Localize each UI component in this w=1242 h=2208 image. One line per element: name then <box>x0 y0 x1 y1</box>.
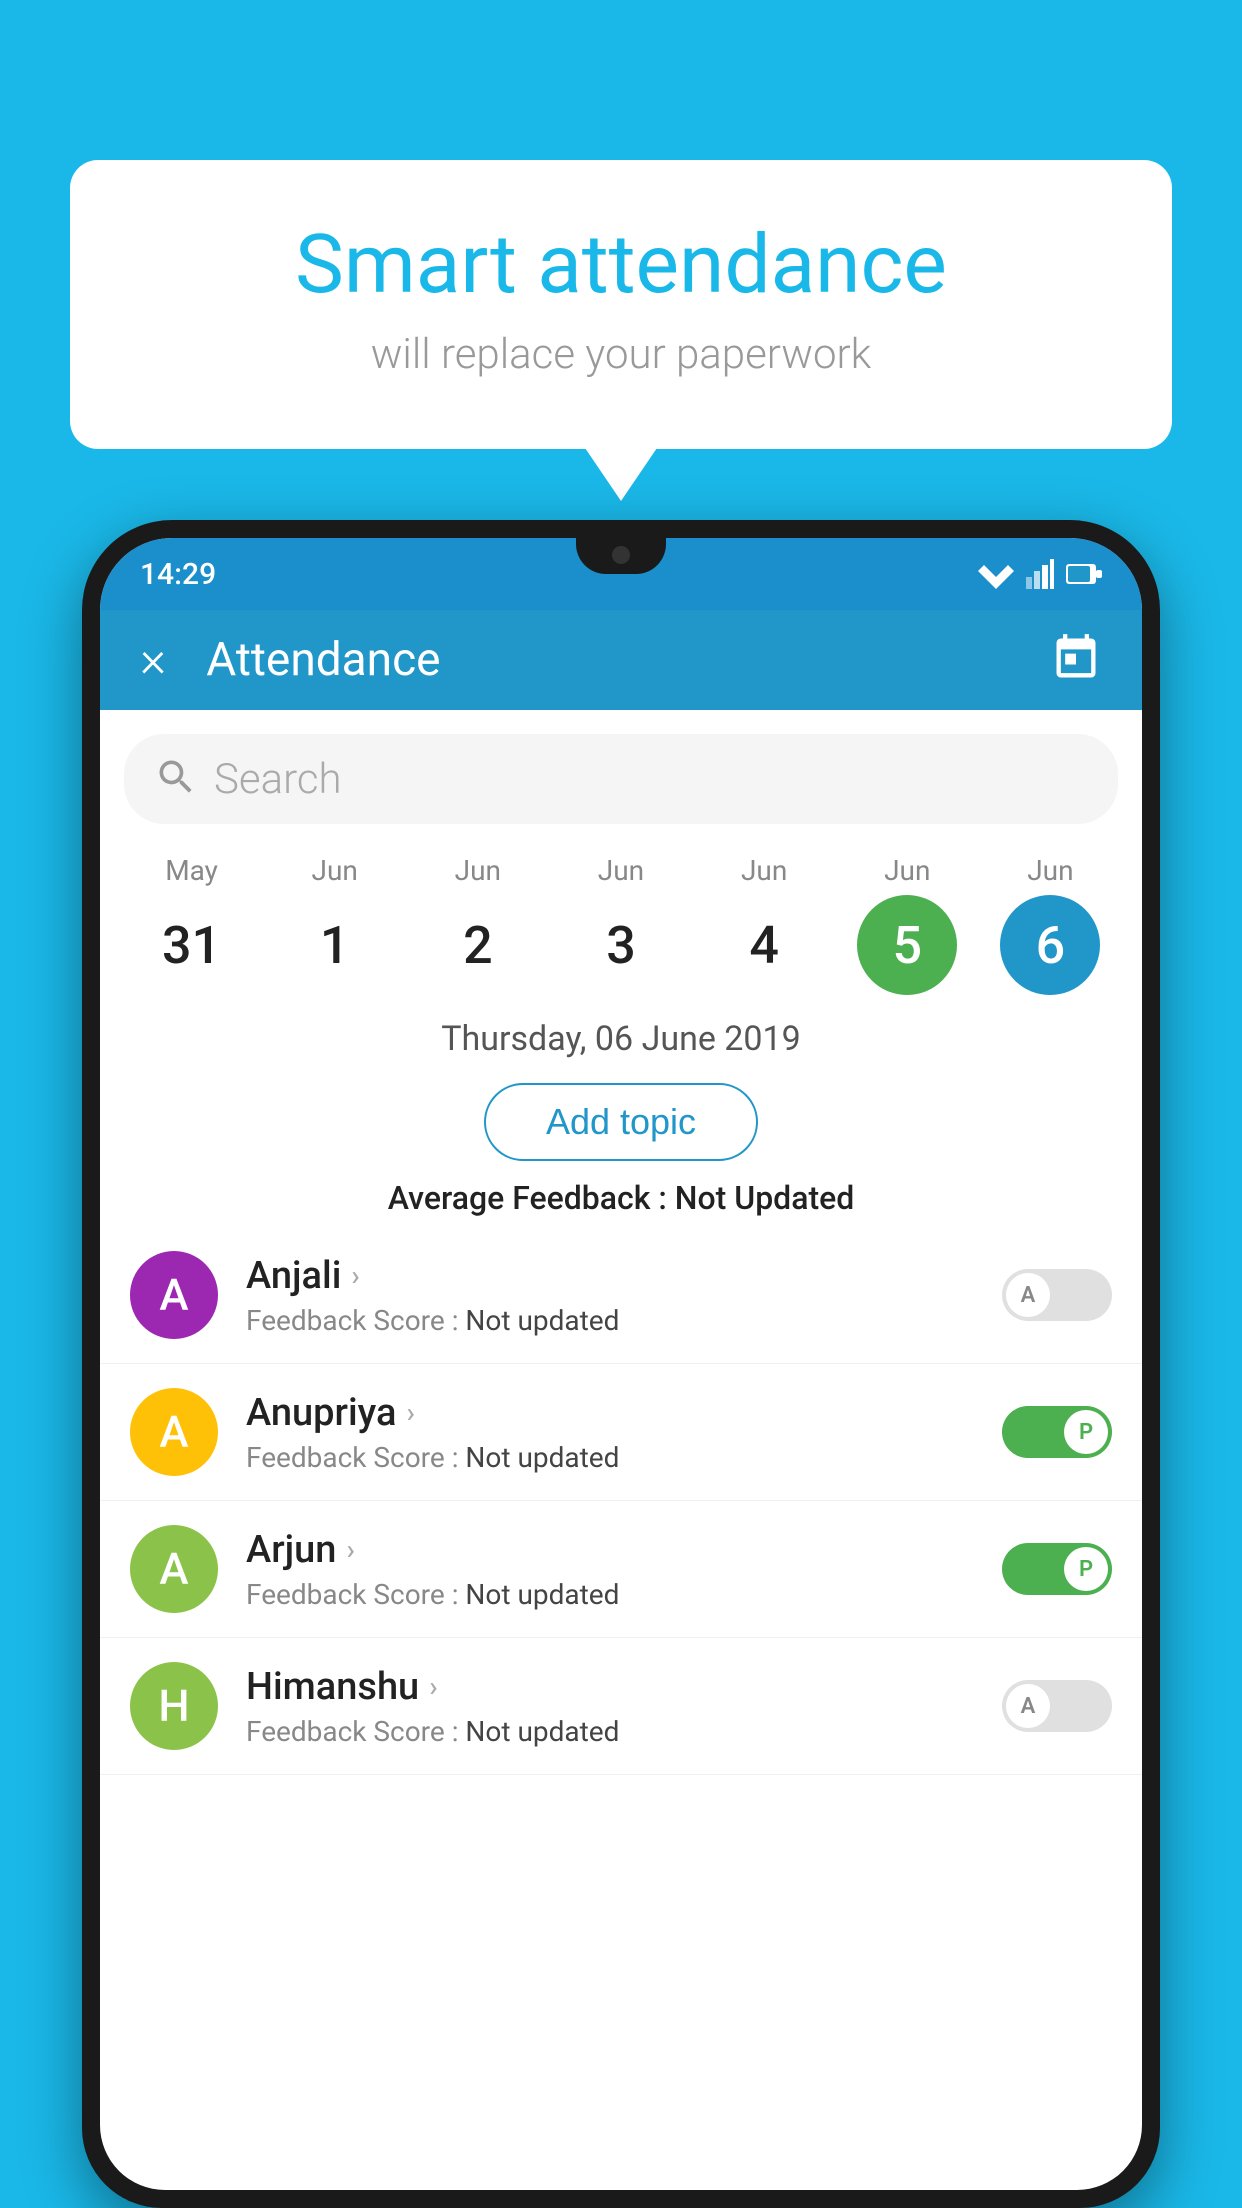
student-name: Himanshu › <box>246 1665 1002 1709</box>
cal-month-label: Jun <box>598 854 644 887</box>
cal-month-label: Jun <box>884 854 930 887</box>
toggle-switch[interactable]: A <box>1002 1680 1112 1732</box>
calendar-icon <box>1050 632 1102 684</box>
toggle-knob: A <box>1006 1684 1050 1728</box>
student-list: AAnjali ›Feedback Score : Not updatedAAA… <box>100 1227 1142 1775</box>
notch-camera <box>612 546 630 564</box>
avg-feedback-label: Average Feedback : <box>388 1179 675 1217</box>
chevron-icon: › <box>351 1259 359 1292</box>
student-avatar: A <box>130 1251 218 1339</box>
app-header: × Attendance <box>100 610 1142 710</box>
signal-icon <box>1026 559 1054 589</box>
student-info: Anupriya › Feedback Score : Not updated <box>246 1391 1002 1474</box>
attendance-toggle[interactable]: A <box>1002 1269 1112 1321</box>
avg-feedback-value: Not Updated <box>675 1179 855 1217</box>
student-name: Arjun › <box>246 1528 1002 1572</box>
student-info: Arjun › Feedback Score : Not updated <box>246 1528 1002 1611</box>
student-name: Anupriya › <box>246 1391 1002 1435</box>
speech-bubble-container: Smart attendance will replace your paper… <box>70 160 1172 449</box>
cal-month-label: Jun <box>312 854 358 887</box>
student-name: Anjali › <box>246 1254 1002 1298</box>
avg-feedback: Average Feedback : Not Updated <box>100 1179 1142 1217</box>
student-feedback: Feedback Score : Not updated <box>246 1578 1002 1611</box>
student-avatar: A <box>130 1388 218 1476</box>
cal-month-label: Jun <box>455 854 501 887</box>
add-topic-button[interactable]: Add topic <box>484 1083 758 1161</box>
student-feedback: Feedback Score : Not updated <box>246 1441 1002 1474</box>
toggle-knob: P <box>1064 1410 1108 1454</box>
student-item[interactable]: A Anupriya › Feedback Score : Not updated P <box>100 1364 1142 1501</box>
cal-date-number: 5 <box>857 895 957 995</box>
attendance-toggle[interactable]: A <box>1002 1680 1112 1732</box>
student-item[interactable]: A Arjun › Feedback Score : Not updated P <box>100 1501 1142 1638</box>
student-feedback: Feedback Score : Not updated <box>246 1715 1002 1748</box>
cal-date-number: 2 <box>428 895 528 995</box>
cal-date-number: 31 <box>142 895 242 995</box>
student-info: Himanshu › Feedback Score : Not updated <box>246 1665 1002 1748</box>
cal-date-number: 1 <box>285 895 385 995</box>
calendar-date-row: May 31 Jun 1 Jun 2 Jun 3 Jun 4 Jun 5 Jun 6 <box>100 824 1142 995</box>
speech-bubble-title: Smart attendance <box>150 220 1092 310</box>
selected-date-label: Thursday, 06 June 2019 <box>100 1019 1142 1059</box>
cal-month-label: May <box>165 854 218 887</box>
speech-bubble: Smart attendance will replace your paper… <box>70 160 1172 449</box>
student-item[interactable]: H Himanshu › Feedback Score : Not updatedA <box>100 1638 1142 1775</box>
speech-bubble-subtitle: will replace your paperwork <box>150 330 1092 379</box>
header-title: Attendance <box>206 633 1050 687</box>
search-icon <box>154 755 198 803</box>
toggle-switch[interactable]: P <box>1002 1543 1112 1595</box>
attendance-toggle[interactable]: P <box>1002 1406 1112 1458</box>
search-placeholder: Search <box>214 755 342 804</box>
calendar-icon-button[interactable] <box>1050 632 1102 688</box>
toggle-knob: A <box>1006 1273 1050 1317</box>
calendar-day[interactable]: Jun 6 <box>985 854 1115 995</box>
calendar-day[interactable]: May 31 <box>127 854 257 995</box>
student-avatar: A <box>130 1525 218 1613</box>
calendar-day[interactable]: Jun 2 <box>413 854 543 995</box>
search-bar[interactable]: Search <box>124 734 1118 824</box>
status-time: 14:29 <box>140 557 216 592</box>
calendar-day[interactable]: Jun 1 <box>270 854 400 995</box>
calendar-day[interactable]: Jun 3 <box>556 854 686 995</box>
student-avatar: H <box>130 1662 218 1750</box>
notch <box>576 538 666 574</box>
cal-month-label: Jun <box>741 854 787 887</box>
cal-date-number: 6 <box>1000 895 1100 995</box>
cal-date-number: 3 <box>571 895 671 995</box>
phone-inner: 14:29 <box>100 538 1142 2190</box>
phone-frame: 14:29 <box>82 520 1160 2208</box>
chevron-icon: › <box>429 1670 437 1703</box>
battery-icon <box>1066 562 1102 586</box>
toggle-switch[interactable]: P <box>1002 1406 1112 1458</box>
toggle-knob: P <box>1064 1547 1108 1591</box>
cal-date-number: 4 <box>714 895 814 995</box>
chevron-icon: › <box>346 1533 354 1566</box>
status-icons <box>978 559 1102 589</box>
student-feedback: Feedback Score : Not updated <box>246 1304 1002 1337</box>
toggle-switch[interactable]: A <box>1002 1269 1112 1321</box>
student-info: Anjali › Feedback Score : Not updated <box>246 1254 1002 1337</box>
student-item[interactable]: AAnjali ›Feedback Score : Not updatedA <box>100 1227 1142 1364</box>
wifi-icon <box>978 559 1014 589</box>
cal-month-label: Jun <box>1027 854 1073 887</box>
chevron-icon: › <box>406 1396 414 1429</box>
calendar-day[interactable]: Jun 4 <box>699 854 829 995</box>
calendar-day[interactable]: Jun 5 <box>842 854 972 995</box>
close-button[interactable]: × <box>140 635 166 685</box>
attendance-toggle[interactable]: P <box>1002 1543 1112 1595</box>
status-bar: 14:29 <box>100 538 1142 610</box>
